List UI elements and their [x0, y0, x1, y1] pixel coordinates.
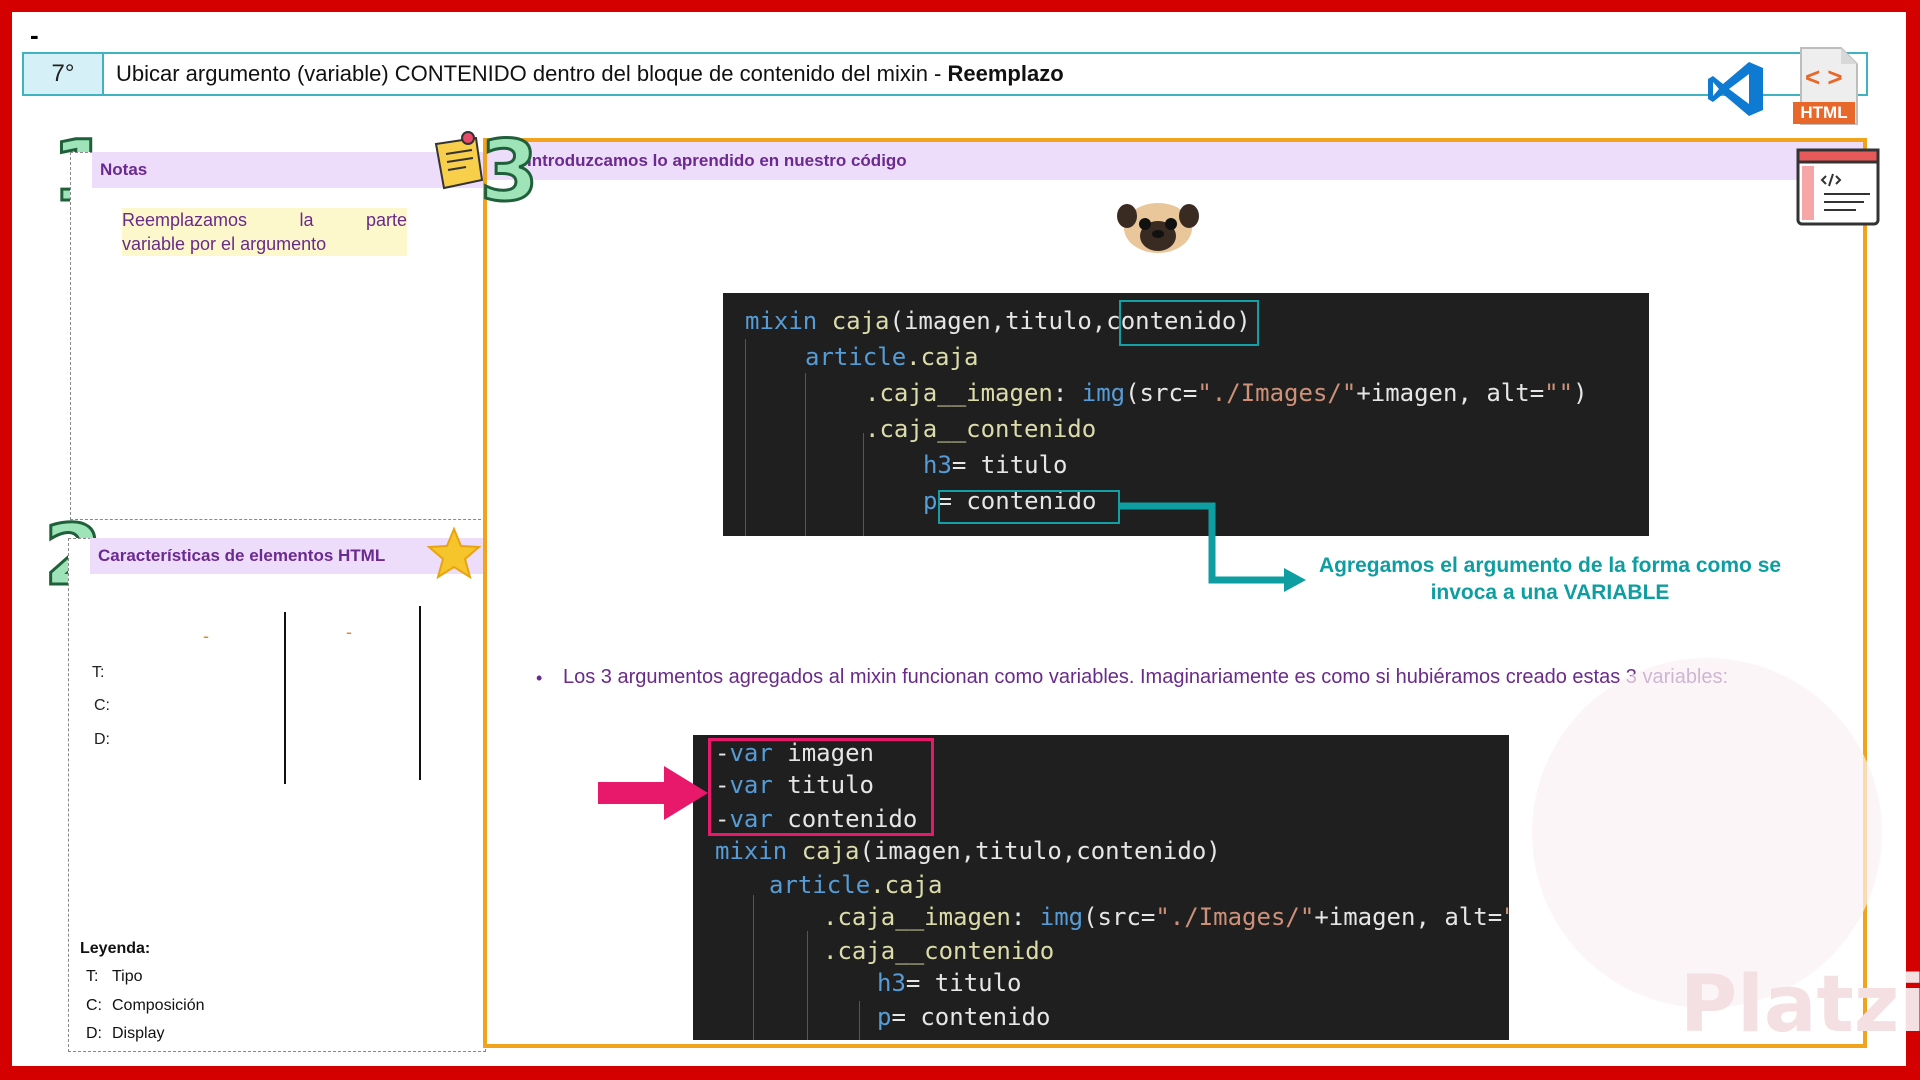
- pug-dog-icon: [1117, 203, 1199, 253]
- bullet-text: Los 3 argumentos agregados al mixin func…: [563, 666, 1729, 688]
- bullet-icon: •: [536, 668, 543, 688]
- pink-arrow-icon: [598, 766, 708, 820]
- vscode-icon: [1708, 62, 1763, 116]
- top-mark: -: [30, 20, 39, 50]
- notes-text: Reemplazamos la parte variable por el ar…: [122, 208, 407, 256]
- code-line: h3= titulo: [923, 451, 1068, 479]
- notes-panel-title: Notas: [92, 152, 486, 188]
- code-line: article.caja: [805, 343, 979, 371]
- annotation-text: Agregamos el argumento de la forma como …: [1318, 554, 1782, 604]
- note-word: la: [299, 210, 314, 230]
- html-badge: HTML: [1793, 102, 1855, 124]
- code-line: .caja__contenido: [823, 937, 1055, 965]
- html-file-icon: < > HTML: [1793, 46, 1861, 128]
- page-title: Ubicar argumento (variable) CONTENIDO de…: [116, 61, 1064, 86]
- row-label: T:: [92, 664, 105, 681]
- row-label: C:: [94, 697, 110, 714]
- highlight-contenido-arg: [1119, 300, 1259, 346]
- code-line: mixin caja(imagen,titulo,contenido): [715, 837, 1221, 865]
- header-bar: 7° Ubicar argumento (variable) CONTENIDO…: [22, 52, 1868, 96]
- code-line: p= contenido: [877, 1003, 1051, 1031]
- column-dash: -: [203, 626, 209, 646]
- highlight-var-declarations: [708, 738, 934, 836]
- step-number: 7°: [24, 54, 104, 94]
- legend-item: T: Tipo: [86, 968, 143, 985]
- code-editor-icon: [1796, 148, 1880, 226]
- code-brackets-glyph: < >: [1805, 62, 1843, 92]
- note-word: parte: [365, 210, 407, 230]
- legend-item: D: Display: [86, 1025, 165, 1042]
- code-line: article.caja: [769, 871, 943, 899]
- watermark-background: [1532, 658, 1882, 1008]
- note-line: variable por el argumento: [122, 234, 327, 254]
- legend-item: C: Composición: [86, 997, 205, 1014]
- code-line: .caja__imagen: img(src="./Images/"+image…: [823, 903, 1509, 931]
- column-dash: -: [346, 622, 352, 642]
- code-panel-title: Introduzcamos lo aprendido en nuestro có…: [487, 142, 1863, 180]
- code-line: .caja__imagen: img(src="./Images/"+image…: [865, 379, 1588, 407]
- code-line: h3= titulo: [877, 969, 1022, 997]
- row-label: D:: [94, 731, 110, 748]
- legend-title: Leyenda:: [80, 940, 151, 957]
- panel3-number: 3: [478, 121, 539, 222]
- note-word: Reemplazamos: [122, 210, 248, 230]
- platzi-watermark-logo: Platzi: [1680, 960, 1920, 1050]
- highlight-p-contenido: [938, 490, 1120, 524]
- teal-arrow-icon: [1120, 502, 1306, 592]
- star-icon: [426, 526, 482, 580]
- column-divider: [284, 612, 286, 784]
- code-line: .caja__contenido: [865, 415, 1097, 443]
- column-divider: [419, 606, 421, 780]
